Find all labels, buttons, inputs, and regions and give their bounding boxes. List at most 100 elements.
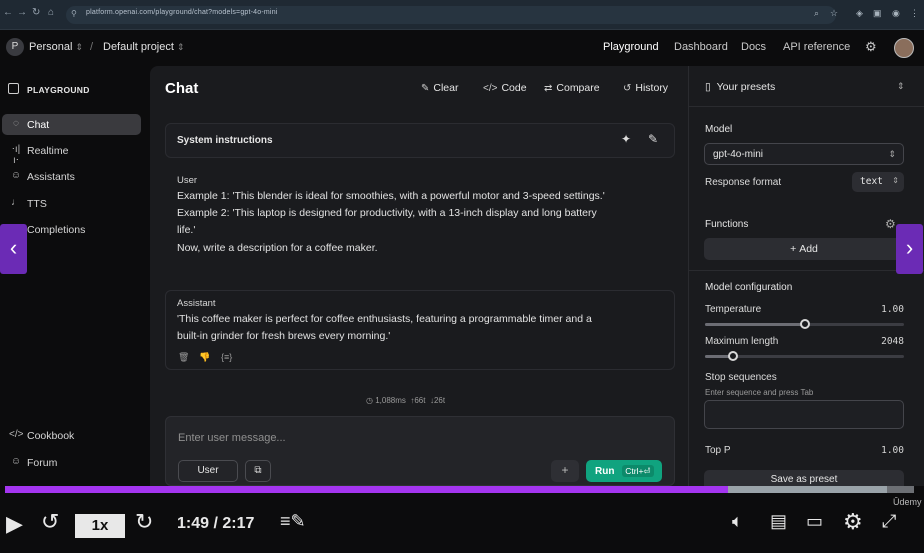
chevron-updown-icon: ⇕ [177, 42, 185, 52]
stop-sequences-label: Stop sequences [705, 372, 777, 383]
nav-api-reference[interactable]: API reference [783, 41, 850, 53]
code-button[interactable]: </> Code [483, 82, 527, 94]
presets-dropdown[interactable]: ▯ Your presets [705, 81, 775, 93]
model-select[interactable]: gpt-4o-mini ⇕ [704, 143, 904, 165]
compare-icon: ⇄ [544, 83, 553, 94]
latency: 1,088ms [375, 396, 406, 405]
sidebar-toggle-icon[interactable] [8, 83, 19, 94]
forward-icon[interactable]: → [17, 7, 27, 18]
temperature-slider[interactable] [705, 319, 904, 329]
response-format-label: Response format [705, 177, 782, 188]
slider-handle[interactable] [799, 319, 810, 329]
compare-button[interactable]: ⇄ Compare [544, 82, 600, 94]
sidebar-item-cookbook[interactable]: </> Cookbook [2, 425, 141, 446]
thumbs-down-icon[interactable]: 👎 [199, 352, 210, 363]
sidebar-item-label: Completions [27, 224, 86, 236]
sidebar-item-label: Assistants [27, 171, 75, 183]
message-text: life.' [177, 224, 196, 236]
org-switcher[interactable]: Personal ⇕ [29, 41, 83, 53]
transcript-icon[interactable]: ▤ [770, 511, 787, 532]
play-icon[interactable]: ▶ [6, 511, 23, 537]
settings-gear-icon[interactable]: ⚙ [885, 217, 896, 231]
user-message[interactable]: User Example 1: 'This blender is ideal f… [165, 166, 675, 266]
captions-icon[interactable]: ▭ [806, 511, 823, 532]
message-text: built-in grinder for fresh brews every m… [177, 330, 391, 342]
sparkle-icon[interactable]: ✦ [621, 132, 631, 146]
browser-menu-icon[interactable]: ⋮ [910, 8, 919, 19]
sidebar-item-forum[interactable]: ☺ Forum [2, 452, 141, 473]
previous-lecture-arrow[interactable]: ‹ [0, 224, 27, 274]
extension-icon[interactable]: ◈ [856, 8, 863, 19]
nav-docs[interactable]: Docs [741, 41, 766, 53]
sidebar-item-label: Cookbook [27, 430, 75, 442]
stop-sequences-input[interactable] [704, 400, 904, 429]
sidebar-item-tts[interactable]: ♩ TTS [2, 193, 141, 214]
back-icon[interactable]: ← [3, 7, 13, 18]
profile-icon[interactable]: ◉ [892, 8, 900, 19]
project-switcher[interactable]: Default project ⇕ [103, 41, 185, 53]
zoom-icon[interactable]: ⌕ [814, 8, 819, 19]
system-instructions-card[interactable]: System instructions ✦ ✎ [165, 123, 675, 158]
sidebar-item-assistants[interactable]: ☺ Assistants [2, 166, 141, 187]
address-bar[interactable]: ⚲ platform.openai.com/playground/chat?mo… [66, 6, 836, 24]
add-function-button[interactable]: + Add [704, 238, 904, 260]
chat-bubble-icon: ◌ [13, 118, 19, 129]
response-format-select[interactable]: text ⇕ [852, 172, 904, 192]
page-title: Chat [165, 80, 199, 97]
extensions-puzzle-icon[interactable]: ▣ [873, 8, 882, 19]
save-preset-button[interactable]: Save as preset [704, 470, 904, 486]
history-button[interactable]: ↺ History [623, 82, 668, 94]
video-progress-bar[interactable] [5, 486, 914, 493]
site-info-icon[interactable]: ⚲ [71, 9, 77, 18]
notes-icon[interactable]: ≡✎ [280, 511, 306, 532]
assistant-message[interactable]: Assistant 'This coffee maker is perfect … [165, 290, 675, 370]
user-avatar[interactable] [894, 38, 914, 58]
url-text: platform.openai.com/playground/chat?mode… [86, 9, 278, 16]
browser-bar: ← → ↻ ⌂ ⚲ platform.openai.com/playground… [0, 0, 924, 30]
system-instructions-label: System instructions [177, 135, 273, 146]
sidebar-item-chat[interactable]: ◌ Chat [2, 114, 141, 135]
buffered-bar [727, 486, 887, 493]
sidebar-item-label: Forum [27, 457, 58, 469]
forward-icon[interactable]: ↻ [135, 509, 153, 535]
max-length-value[interactable]: 2048 [881, 336, 904, 347]
fullscreen-icon[interactable]: ⤢ [882, 511, 896, 532]
role-toggle-button[interactable]: User [178, 460, 238, 482]
trash-icon[interactable]: 🗑 [178, 352, 189, 363]
code-icon: </> [9, 429, 24, 440]
nav-dashboard[interactable]: Dashboard [674, 41, 728, 53]
settings-gear-icon[interactable]: ⚙ [843, 509, 863, 535]
max-length-slider[interactable] [705, 351, 904, 361]
reload-icon[interactable]: ↻ [32, 7, 40, 18]
org-avatar[interactable]: P [6, 38, 24, 56]
chevron-updown-icon[interactable]: ⇕ [897, 81, 905, 92]
home-icon[interactable]: ⌂ [48, 7, 54, 18]
slider-handle[interactable] [727, 351, 738, 361]
settings-gear-icon[interactable]: ⚙ [865, 39, 877, 55]
playback-speed-button[interactable]: 1x [75, 514, 125, 538]
json-icon[interactable]: {≡} [221, 352, 232, 362]
max-length-label: Maximum length [705, 336, 779, 347]
rewind-icon[interactable]: ↺ [41, 509, 59, 535]
clear-button[interactable]: ✎ Clear [421, 82, 458, 94]
temperature-value[interactable]: 1.00 [881, 304, 904, 315]
next-lecture-arrow[interactable]: › [896, 224, 923, 274]
edit-icon[interactable]: ✎ [648, 132, 658, 146]
chevron-updown-icon: ⇕ [888, 149, 896, 159]
nav-playground[interactable]: Playground [603, 41, 659, 53]
sidebar-item-label: TTS [27, 198, 47, 210]
compare-label: Compare [556, 82, 600, 94]
volume-icon[interactable]: 🔈︎ [732, 511, 743, 532]
sidebar-item-realtime[interactable]: ⋅ı|ı⋅ Realtime [2, 140, 141, 166]
top-p-value[interactable]: 1.00 [881, 445, 904, 456]
attach-image-icon[interactable]: ⧉ [245, 460, 271, 482]
time-display: 1:49 / 2:17 [177, 515, 255, 532]
video-controls: ▶ ↺ 1x ↻ 1:49 / 2:17 ≡✎ 🔈︎ ▤ ▭ ⚙ ⤢ Ūdemy [0, 493, 924, 553]
add-message-button[interactable]: + [551, 460, 579, 482]
bookmark-star-icon[interactable]: ☆ [830, 8, 838, 19]
message-input[interactable]: Enter user message... [178, 432, 286, 444]
run-button[interactable]: Run Ctrl+⏎ [586, 460, 662, 482]
stop-sequences-hint: Enter sequence and press Tab [705, 388, 814, 397]
chevron-updown-icon: ⇕ [892, 176, 899, 185]
org-name: Personal [29, 41, 73, 53]
